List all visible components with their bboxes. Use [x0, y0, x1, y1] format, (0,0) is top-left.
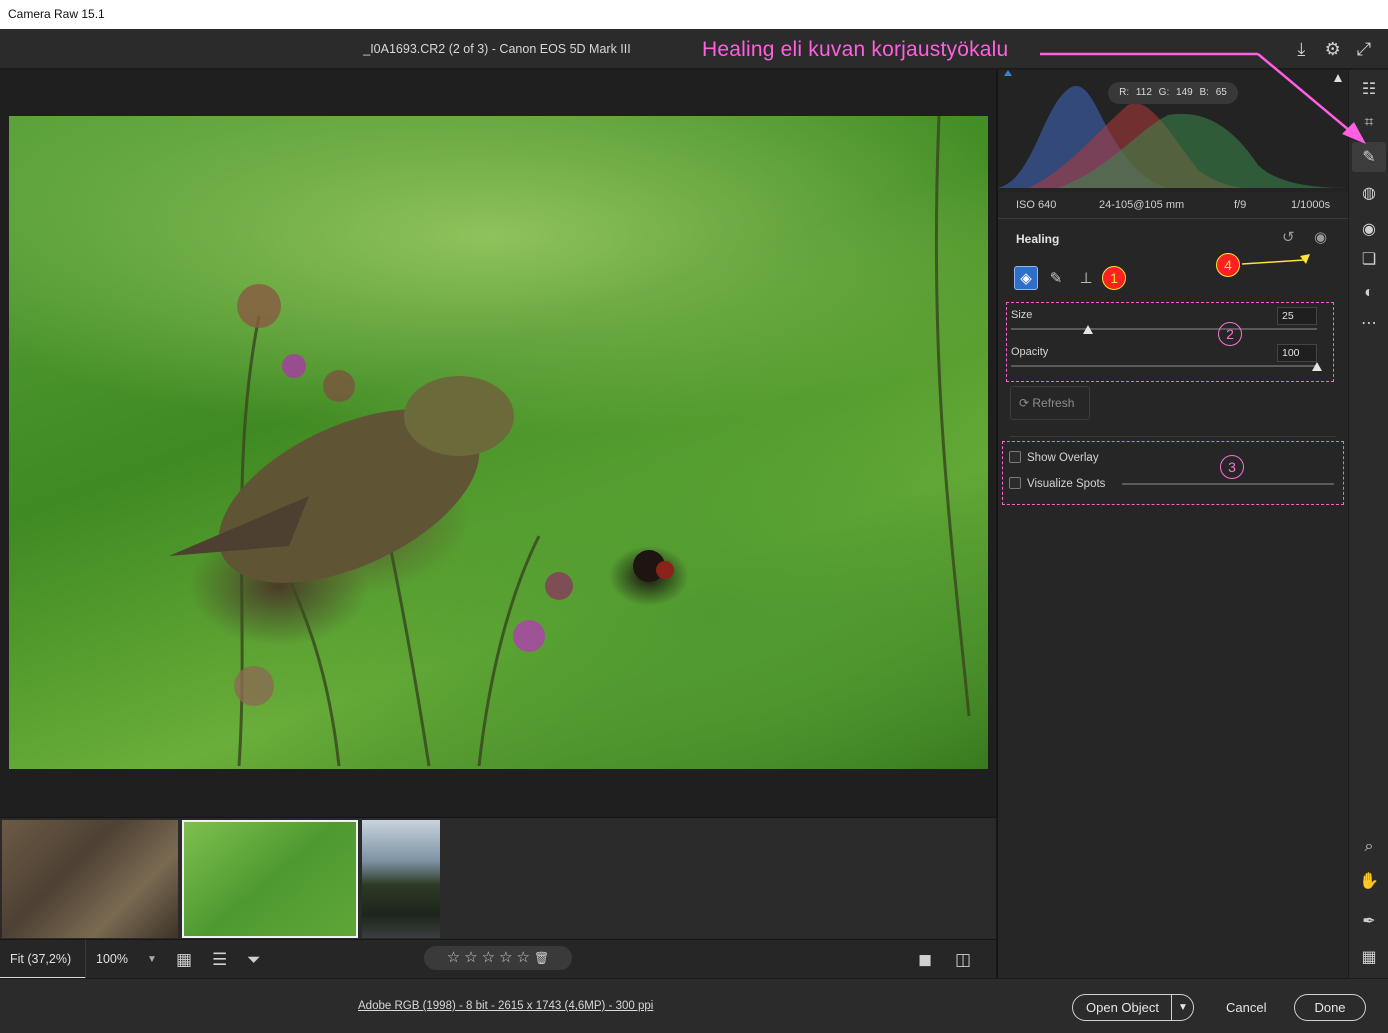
presets-icon[interactable]: ◐ [1352, 278, 1386, 308]
refresh-button[interactable]: ⟳ Refresh [1010, 386, 1090, 420]
opacity-slider-thumb[interactable] [1312, 362, 1322, 371]
zoom-100-button[interactable]: 100% [86, 940, 142, 979]
trash-icon[interactable]: 🗑 [534, 951, 549, 965]
chevron-down-icon[interactable]: ▼ [142, 940, 162, 979]
masking-icon[interactable]: ◍ [1352, 178, 1386, 208]
eye-icon[interactable]: ◉ [1314, 228, 1327, 246]
annotation-badge-4: 4 [1216, 253, 1240, 277]
divider [998, 218, 1348, 219]
size-label: Size [1011, 309, 1033, 321]
fullscreen-view-icon[interactable]: ◼ [918, 940, 932, 979]
cancel-button[interactable]: Cancel [1226, 994, 1266, 1021]
photo-preview[interactable] [9, 116, 988, 769]
sort-icon[interactable]: ☰ [212, 940, 227, 979]
annotation-badge-3: 3 [1220, 455, 1244, 479]
clone-stamp-icon[interactable]: ⊥ [1074, 266, 1098, 290]
iso-value: ISO 640 [1016, 199, 1057, 211]
rgb-readout: R: 112 G: 149 B: 65 [1108, 82, 1238, 104]
checkbox-box[interactable] [1009, 477, 1021, 489]
visualize-spots-checkbox[interactable]: Visualize Spots [1009, 477, 1105, 490]
grid-icon[interactable]: ▦ [1352, 942, 1386, 972]
chevron-down-icon[interactable]: ▼ [1174, 995, 1192, 1020]
window-titlebar: Camera Raw 15.1 [0, 0, 1388, 29]
red-eye-icon[interactable]: ◉ [1352, 214, 1386, 244]
opacity-label: Opacity [1011, 346, 1049, 358]
refresh-icon: ⟳ [1019, 396, 1033, 410]
fullscreen-icon[interactable]: ⤢ [1350, 29, 1378, 69]
snapshots-icon[interactable]: ❏ [1352, 244, 1386, 274]
edit-sliders-icon[interactable]: ☷ [1352, 74, 1386, 104]
opacity-value[interactable]: 100 [1277, 344, 1317, 362]
crop-icon[interactable]: ⌗ [1352, 108, 1386, 138]
show-overlay-label: Show Overlay [1027, 452, 1099, 464]
show-overlay-checkbox[interactable]: Show Overlay [1009, 451, 1099, 464]
refresh-label: Refresh [1032, 396, 1075, 410]
color-sampler-icon[interactable]: ✒ [1352, 906, 1386, 936]
highlight-clipping-icon [1334, 74, 1342, 82]
more-icon[interactable]: ⋯ [1352, 308, 1386, 338]
annotation-callout: Healing eli kuvan korjaustyökalu [702, 38, 1009, 61]
shutter-value: 1/1000s [1291, 199, 1331, 211]
file-name: _I0A1693.CR2 (2 of 3) - Canon EOS 5D Mar… [363, 42, 631, 56]
healing-icon[interactable]: ✎ [1352, 142, 1386, 172]
healing-title: Healing [1016, 232, 1060, 246]
window-title: Camera Raw 15.1 [8, 7, 105, 21]
opacity-slider-track[interactable] [1011, 365, 1317, 367]
annotation-arrow [1241, 254, 1310, 265]
blue-value: B: 65 [1199, 87, 1227, 98]
filmstrip-thumbnail[interactable] [2, 820, 178, 938]
open-object-button[interactable]: Open Object ▼ [1072, 994, 1194, 1021]
lens-value: 24-105@105 mm [1099, 199, 1185, 211]
filmstrip [0, 817, 996, 939]
annotation-badge-2: 2 [1218, 322, 1242, 346]
filmstrip-thumbnail-selected[interactable] [182, 820, 358, 938]
checkbox-box[interactable] [1009, 451, 1021, 463]
divider [1010, 436, 1336, 437]
filmstrip-view-icon[interactable]: ▦ [176, 940, 192, 979]
open-object-label: Open Object [1086, 1000, 1159, 1015]
header-icons: ⤓ ⚙ ⤢ [1287, 29, 1378, 69]
hand-icon[interactable]: ✋ [1352, 866, 1386, 896]
aperture-value: f/9 [1234, 199, 1247, 211]
photo-illustration [169, 116, 971, 767]
shadow-clipping-icon [1004, 70, 1012, 76]
filter-icon[interactable]: ⏷ [247, 940, 261, 979]
header-bar: _I0A1693.CR2 (2 of 3) - Canon EOS 5D Mar… [0, 29, 1388, 69]
filmstrip-thumbnail[interactable] [362, 820, 440, 938]
annotation-badge-1: 1 [1102, 266, 1126, 290]
size-slider-track[interactable] [1011, 328, 1317, 330]
green-value: G: 149 [1158, 87, 1193, 98]
save-icon[interactable]: ⤓ [1287, 29, 1315, 69]
workflow-options-link[interactable]: Adobe RGB (1998) - 8 bit - 2615 x 1743 (… [358, 1000, 653, 1012]
size-value[interactable]: 25 [1277, 307, 1317, 325]
visualize-spots-label: Visualize Spots [1027, 478, 1106, 490]
content-aware-remove-tool[interactable]: ◈ [1014, 266, 1038, 290]
red-value: R: 112 [1119, 87, 1152, 98]
rating-stars[interactable]: ☆☆☆☆☆🗑 [424, 946, 572, 970]
visualize-spots-slider[interactable] [1122, 483, 1334, 485]
fit-zoom-button[interactable]: Fit (37,2%) [0, 940, 86, 979]
zoom-icon[interactable]: ⌕ [1352, 832, 1386, 862]
exif-info: ISO 640 24-105@105 mm f/9 1/1000s [998, 192, 1348, 218]
size-slider-thumb[interactable] [1082, 325, 1093, 334]
before-after-icon[interactable]: ◫ [955, 940, 971, 979]
heal-brush-icon[interactable]: ✎ [1044, 266, 1068, 290]
gear-icon[interactable]: ⚙ [1319, 29, 1347, 69]
done-button[interactable]: Done [1294, 994, 1366, 1021]
reset-icon[interactable]: ↺ [1282, 228, 1295, 246]
